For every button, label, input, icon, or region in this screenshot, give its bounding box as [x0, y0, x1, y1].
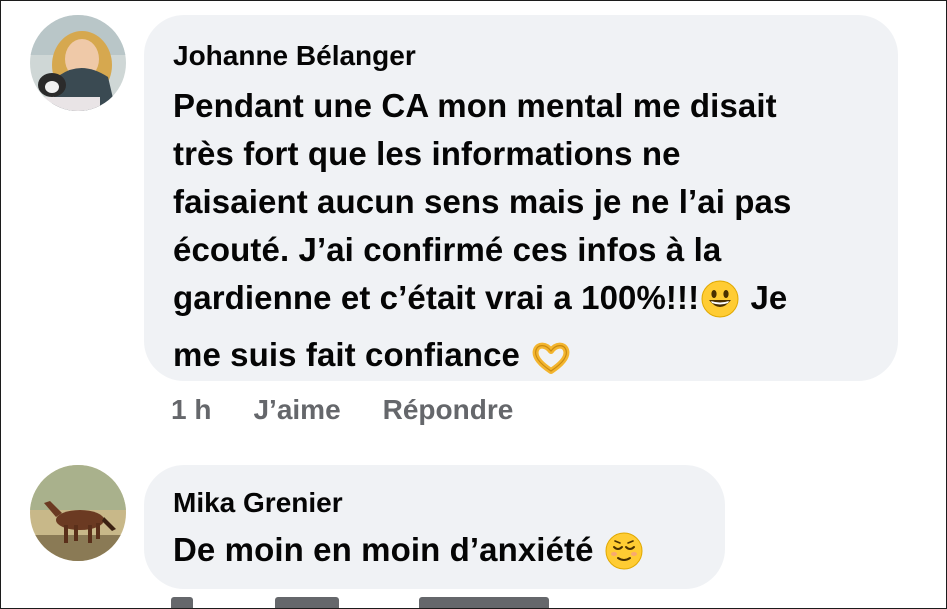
- like-button-fragment[interactable]: [275, 597, 339, 608]
- reply-button[interactable]: Répondre: [383, 394, 514, 426]
- comment-text-segment: De moin en moin d’anxiété: [173, 531, 594, 568]
- relieved-face-icon: [605, 532, 643, 583]
- timestamp-fragment: [171, 597, 193, 608]
- avatar-mika[interactable]: [30, 465, 126, 561]
- comments-panel: Johanne Bélanger Pendant une CA mon ment…: [0, 0, 947, 609]
- comment-text-line: Pendant une CA mon mental me disait: [173, 87, 777, 124]
- like-button[interactable]: J’aime: [253, 394, 340, 426]
- comment-actions: 1 h J’aime Répondre: [171, 394, 555, 426]
- grinning-face-icon: [701, 280, 739, 331]
- comment-text-line: écouté. J’ai confirmé ces infos à la: [173, 231, 722, 268]
- comment-bubble: Johanne Bélanger Pendant une CA mon ment…: [144, 15, 898, 381]
- comment-text-line: très fort que les informations ne: [173, 135, 681, 172]
- comment-author[interactable]: Mika Grenier: [173, 486, 695, 520]
- comment-actions-cutoff: [171, 597, 591, 608]
- comment-bubble: Mika Grenier De moin en moin d’anxiété: [144, 465, 725, 589]
- comment-text-segment: gardienne et c’était vrai a 100%!!!: [173, 279, 700, 316]
- comment-text-line: me suis fait confiance: [173, 331, 868, 388]
- comment-body: De moin en moin d’anxiété: [173, 526, 695, 583]
- avatar-johanne[interactable]: [30, 15, 126, 111]
- heart-hands-icon: [531, 340, 571, 388]
- comment-text-line: gardienne et c’était vrai a 100%!!! Je: [173, 274, 868, 331]
- comment-text-segment: Je: [750, 279, 788, 316]
- comment-text-segment: me suis fait confiance: [173, 336, 520, 373]
- comment-timestamp[interactable]: 1 h: [171, 394, 211, 426]
- comment-text-line: faisaient aucun sens mais je ne l’ai pas: [173, 183, 792, 220]
- reply-button-fragment[interactable]: [419, 597, 549, 608]
- profile-photo-icon: [30, 15, 126, 111]
- profile-photo-icon: [30, 465, 126, 561]
- comment-text-line: De moin en moin d’anxiété: [173, 526, 695, 583]
- comment-body: Pendant une CA mon mental me disait très…: [173, 82, 868, 388]
- comment-author[interactable]: Johanne Bélanger: [173, 39, 868, 73]
